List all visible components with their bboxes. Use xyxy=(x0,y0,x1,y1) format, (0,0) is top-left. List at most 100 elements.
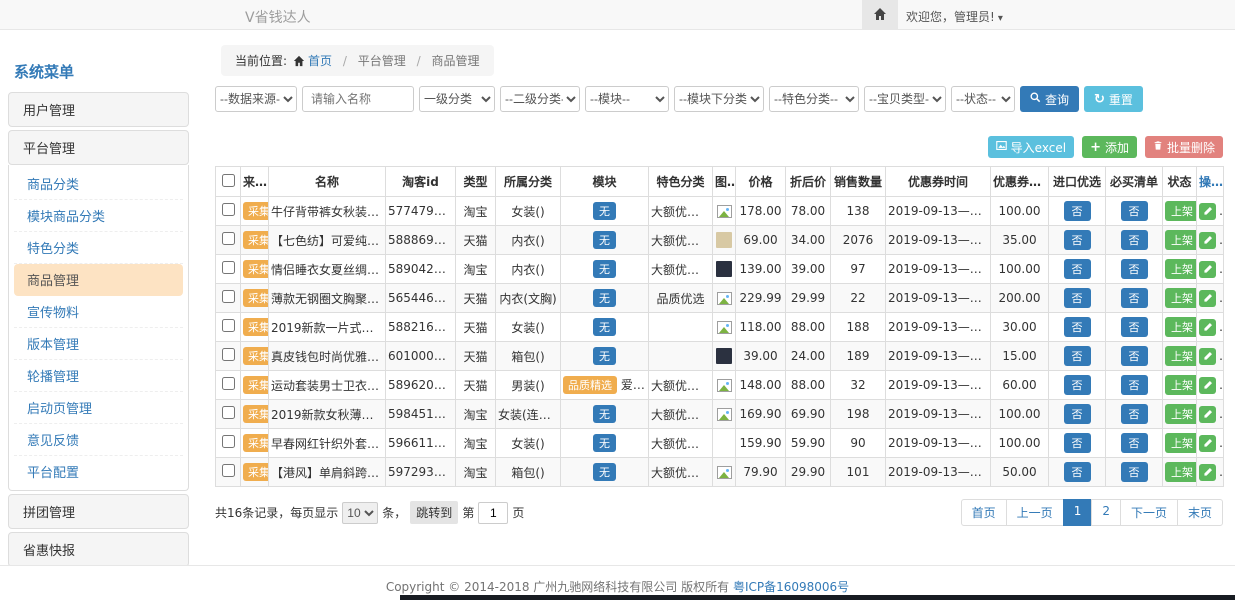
imported-toggle-button[interactable]: 否 xyxy=(1064,433,1091,453)
sidebar-subitem[interactable]: 意见反馈 xyxy=(14,424,183,456)
imported-toggle-button[interactable]: 否 xyxy=(1064,404,1091,424)
status-button[interactable]: 上架 xyxy=(1165,201,1197,221)
status-button[interactable]: 上架 xyxy=(1165,462,1197,482)
sidebar-group-item[interactable]: 平台管理 xyxy=(8,130,189,165)
edit-button[interactable] xyxy=(1199,435,1216,452)
edit-button[interactable] xyxy=(1199,203,1216,220)
user-menu[interactable]: 欢迎您，管理员!▾ xyxy=(906,8,1003,25)
edit-button[interactable] xyxy=(1199,261,1216,278)
search-button[interactable]: 查询 xyxy=(1020,86,1079,112)
sidebar-subitem[interactable]: 轮播管理 xyxy=(14,360,183,392)
sidebar-subitem-active[interactable]: 商品管理 xyxy=(14,264,183,296)
must-buy-toggle-button[interactable]: 否 xyxy=(1121,433,1148,453)
row-checkbox[interactable] xyxy=(222,377,235,390)
row-checkbox[interactable] xyxy=(222,319,235,332)
module-cell: 无 xyxy=(561,226,649,255)
edit-button[interactable] xyxy=(1199,377,1216,394)
edit-button[interactable] xyxy=(1199,319,1216,336)
row-checkbox[interactable] xyxy=(222,435,235,448)
sidebar-subitem[interactable]: 特色分类 xyxy=(14,232,183,264)
operations-cell xyxy=(1197,197,1224,226)
per-page-select[interactable]: 10 xyxy=(342,502,378,524)
source-cell: 采集 xyxy=(241,313,269,342)
name-search-input[interactable] xyxy=(302,86,414,112)
sidebar-group-item[interactable]: 省惠快报 xyxy=(8,532,189,567)
edit-button[interactable] xyxy=(1199,290,1216,307)
sidebar-group-item[interactable]: 拼团管理 xyxy=(8,494,189,529)
must-buy-toggle-button[interactable]: 否 xyxy=(1121,259,1148,279)
filter-select-source[interactable]: --数据来源-- xyxy=(215,86,297,112)
imported-toggle-button[interactable]: 否 xyxy=(1064,230,1091,250)
page-button[interactable]: 下一页 xyxy=(1120,499,1178,526)
row-checkbox[interactable] xyxy=(222,348,235,361)
reset-button[interactable]: ↻ 重置 xyxy=(1084,86,1143,112)
row-checkbox[interactable] xyxy=(222,406,235,419)
status-button[interactable]: 上架 xyxy=(1165,288,1197,308)
must-buy-toggle-button[interactable]: 否 xyxy=(1121,317,1148,337)
select-all-checkbox[interactable] xyxy=(222,174,235,187)
must-buy-toggle-button[interactable]: 否 xyxy=(1121,375,1148,395)
edit-button[interactable] xyxy=(1199,464,1216,481)
status-button[interactable]: 上架 xyxy=(1165,346,1197,366)
edit-button[interactable] xyxy=(1199,406,1216,423)
row-checkbox[interactable] xyxy=(222,261,235,274)
jump-page-input[interactable] xyxy=(478,502,508,524)
filter-select-module-sub[interactable]: --模块下分类-- xyxy=(674,86,764,112)
home-button[interactable] xyxy=(862,0,898,30)
must-buy-toggle-button[interactable]: 否 xyxy=(1121,230,1148,250)
must-buy-toggle-button[interactable]: 否 xyxy=(1121,288,1148,308)
filter-select-level1[interactable]: 一级分类 xyxy=(419,86,495,112)
page-button[interactable]: 首页 xyxy=(961,499,1007,526)
must-buy-toggle-button[interactable]: 否 xyxy=(1121,462,1148,482)
status-button[interactable]: 上架 xyxy=(1165,375,1197,395)
imported-toggle-button[interactable]: 否 xyxy=(1064,346,1091,366)
batch-delete-button[interactable]: 批量删除 xyxy=(1145,136,1223,158)
imported-toggle-button[interactable]: 否 xyxy=(1064,462,1091,482)
filter-select-item-type[interactable]: --宝贝类型-- xyxy=(864,86,946,112)
page-button[interactable]: 末页 xyxy=(1177,499,1223,526)
must-buy-toggle-button[interactable]: 否 xyxy=(1121,346,1148,366)
row-checkbox[interactable] xyxy=(222,464,235,477)
sidebar-group-item[interactable]: 用户管理 xyxy=(8,92,189,127)
page-button[interactable]: 2 xyxy=(1091,499,1121,526)
filter-select-module[interactable]: --模块-- xyxy=(585,86,669,112)
sidebar-subitem[interactable]: 宣传物料 xyxy=(14,296,183,328)
import-excel-button[interactable]: 导入excel xyxy=(988,136,1074,158)
filter-select-level2[interactable]: --二级分类-- xyxy=(500,86,580,112)
source-badge: 采集 xyxy=(243,347,269,365)
status-button[interactable]: 上架 xyxy=(1165,259,1197,279)
jump-button[interactable]: 跳转到 xyxy=(410,501,458,524)
sidebar-subitem[interactable]: 商品分类 xyxy=(14,168,183,200)
page-button[interactable]: 上一页 xyxy=(1006,499,1064,526)
status-button[interactable]: 上架 xyxy=(1165,404,1197,424)
sidebar-subitem[interactable]: 模块商品分类 xyxy=(14,200,183,232)
row-checkbox[interactable] xyxy=(222,203,235,216)
source-cell: 采集 xyxy=(241,342,269,371)
sidebar-subitem[interactable]: 版本管理 xyxy=(14,328,183,360)
page-button-active[interactable]: 1 xyxy=(1063,499,1093,526)
sidebar-subitem[interactable]: 平台配置 xyxy=(14,456,183,487)
status-button[interactable]: 上架 xyxy=(1165,317,1197,337)
row-checkbox[interactable] xyxy=(222,232,235,245)
breadcrumb-home-link[interactable]: 首页 xyxy=(308,54,332,68)
add-button[interactable]: + 添加 xyxy=(1082,136,1137,158)
imported-toggle-button[interactable]: 否 xyxy=(1064,259,1091,279)
price-cell: 139.00 xyxy=(736,255,786,284)
filter-select-status[interactable]: --状态-- xyxy=(951,86,1015,112)
imported-toggle-button[interactable]: 否 xyxy=(1064,317,1091,337)
must-buy-toggle-button[interactable]: 否 xyxy=(1121,201,1148,221)
filter-select-feature[interactable]: --特色分类-- xyxy=(769,86,859,112)
status-button[interactable]: 上架 xyxy=(1165,230,1197,250)
coupon-time-cell: 2019-09-13—2019-09-20 xyxy=(886,342,991,371)
must-buy-toggle-button[interactable]: 否 xyxy=(1121,404,1148,424)
icp-link[interactable]: 粤ICP备16098006号 xyxy=(733,580,849,594)
imported-toggle-button[interactable]: 否 xyxy=(1064,375,1091,395)
imported-toggle-button[interactable]: 否 xyxy=(1064,288,1091,308)
edit-button[interactable] xyxy=(1199,348,1216,365)
imported-toggle-button[interactable]: 否 xyxy=(1064,201,1091,221)
must-buy-cell: 否 xyxy=(1106,371,1163,400)
edit-button[interactable] xyxy=(1199,232,1216,249)
status-button[interactable]: 上架 xyxy=(1165,433,1197,453)
row-checkbox[interactable] xyxy=(222,290,235,303)
sidebar-subitem[interactable]: 启动页管理 xyxy=(14,392,183,424)
